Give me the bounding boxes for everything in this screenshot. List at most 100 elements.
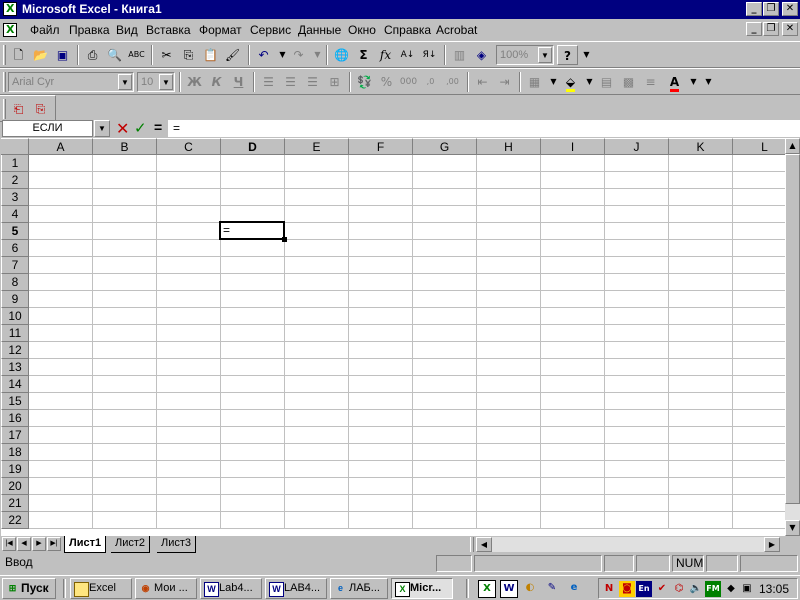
column-header[interactable]: H: [477, 138, 541, 155]
drawing-icon[interactable]: ◈: [471, 45, 492, 65]
chevron-down-icon[interactable]: ▼: [538, 47, 552, 63]
row-header[interactable]: 16: [1, 410, 29, 427]
row-header[interactable]: 10: [1, 308, 29, 325]
menu-file[interactable]: Файл: [30, 23, 60, 37]
menu-view[interactable]: Вид: [116, 23, 138, 37]
styles-icon[interactable]: ▤: [596, 72, 617, 92]
worksheet-grid[interactable]: A B C D E F G H I J K L 1 2 3 4 5 6 7 8 9 10 11 12 13 14 15 16 17 18 1…: [1, 138, 785, 536]
pattern-icon[interactable]: ▩: [618, 72, 639, 92]
row-header[interactable]: 22: [1, 512, 29, 529]
spelling-icon[interactable]: ABC: [126, 45, 147, 65]
tray-antivirus-icon[interactable]: ◙: [619, 581, 635, 597]
save-icon[interactable]: ▣: [52, 45, 73, 65]
row-header[interactable]: 7: [1, 257, 29, 274]
align-left-icon[interactable]: ☰: [258, 72, 279, 92]
task-excel-folder[interactable]: Excel: [70, 578, 132, 599]
row-header[interactable]: 9: [1, 291, 29, 308]
copy-icon[interactable]: ⎘: [178, 45, 199, 65]
pdf-email-icon[interactable]: ⎘: [30, 99, 51, 119]
quick-word-icon[interactable]: W: [500, 580, 518, 598]
lines-icon[interactable]: ≡: [640, 72, 661, 92]
workbook-icon[interactable]: [3, 23, 17, 37]
quick-outlook-icon[interactable]: ✎: [544, 580, 560, 596]
row-header[interactable]: 21: [1, 495, 29, 512]
open-icon[interactable]: 📂: [30, 45, 51, 65]
redo-icon[interactable]: ↷: [288, 45, 309, 65]
active-cell[interactable]: =: [219, 221, 285, 240]
scroll-left-icon[interactable]: ◀: [476, 537, 492, 552]
first-sheet-icon[interactable]: |◀: [2, 537, 16, 551]
zoom-combo[interactable]: 100% ▼: [496, 45, 554, 65]
percent-icon[interactable]: %: [376, 72, 397, 92]
restore-button[interactable]: ❐: [763, 2, 779, 16]
format-painter-icon[interactable]: 🖌: [222, 45, 243, 65]
tray-monitor-icon[interactable]: ▣: [739, 581, 755, 597]
new-icon[interactable]: 🗋: [8, 45, 29, 65]
chevron-down-icon[interactable]: ▼: [159, 74, 173, 90]
sheet-tab-2[interactable]: Лист2: [111, 536, 151, 553]
column-header[interactable]: L: [733, 138, 785, 155]
confirm-entry-icon[interactable]: ✓: [134, 119, 147, 137]
decrease-decimal-icon[interactable]: ,00: [442, 72, 463, 92]
increase-decimal-icon[interactable]: ,0: [420, 72, 441, 92]
menu-help[interactable]: Справка: [384, 23, 431, 37]
column-header[interactable]: D: [221, 138, 285, 155]
column-header[interactable]: C: [157, 138, 221, 155]
cancel-entry-icon[interactable]: ✕: [116, 119, 129, 138]
align-right-icon[interactable]: ☰: [302, 72, 323, 92]
column-header[interactable]: G: [413, 138, 477, 155]
scroll-right-icon[interactable]: ▶: [764, 537, 780, 552]
column-header[interactable]: F: [349, 138, 413, 155]
doc-minimize-button[interactable]: _: [746, 22, 762, 36]
quick-media-icon[interactable]: ◐: [522, 580, 538, 596]
row-header[interactable]: 14: [1, 376, 29, 393]
row-header[interactable]: 4: [1, 206, 29, 223]
doc-close-button[interactable]: ✕: [782, 22, 798, 36]
font-size-combo[interactable]: 10 ▼: [137, 72, 175, 92]
tray-n-icon[interactable]: N: [601, 581, 617, 597]
cut-icon[interactable]: ✂: [156, 45, 177, 65]
print-icon[interactable]: ⎙: [82, 45, 103, 65]
autosum-icon[interactable]: Σ: [353, 45, 374, 65]
quick-ie-icon[interactable]: e: [566, 580, 582, 596]
pdf-convert-icon[interactable]: ⎗: [8, 99, 29, 119]
close-button[interactable]: ✕: [782, 2, 798, 16]
decrease-indent-icon[interactable]: ⇤: [472, 72, 493, 92]
vertical-scrollbar[interactable]: ▲ ▼: [785, 138, 800, 536]
font-color-icon[interactable]: A: [664, 72, 685, 92]
minimize-button[interactable]: _: [746, 2, 762, 16]
row-header[interactable]: 18: [1, 444, 29, 461]
toolbar-options-icon[interactable]: ▼: [576, 45, 597, 65]
doc-restore-button[interactable]: ❐: [763, 22, 779, 36]
chevron-down-icon[interactable]: ▼: [118, 74, 132, 90]
redo-dropdown-icon[interactable]: ▼: [307, 45, 328, 65]
column-header[interactable]: J: [605, 138, 669, 155]
font-combo[interactable]: Arial Cyr ▼: [8, 72, 134, 92]
italic-icon[interactable]: К: [206, 72, 227, 92]
menu-format[interactable]: Формат: [199, 23, 242, 37]
column-header[interactable]: A: [29, 138, 93, 155]
vertical-scroll-thumb[interactable]: [785, 154, 800, 504]
row-header[interactable]: 15: [1, 393, 29, 410]
chart-wizard-icon[interactable]: ▥: [449, 45, 470, 65]
sheet-tab-3[interactable]: Лист3: [157, 536, 197, 553]
row-header[interactable]: 17: [1, 427, 29, 444]
row-header[interactable]: 20: [1, 478, 29, 495]
menu-edit[interactable]: Правка: [69, 23, 110, 37]
sort-ascending-icon[interactable]: A↓: [397, 45, 418, 65]
row-header[interactable]: 19: [1, 461, 29, 478]
scroll-down-icon[interactable]: ▼: [785, 520, 800, 536]
menu-tools[interactable]: Сервис: [250, 23, 291, 37]
row-header[interactable]: 6: [1, 240, 29, 257]
formula-input[interactable]: =: [168, 120, 800, 137]
task-word-lab4-a[interactable]: W Lab4...: [200, 578, 262, 599]
row-header[interactable]: 5: [1, 223, 29, 240]
column-header[interactable]: B: [93, 138, 157, 155]
menu-window[interactable]: Окно: [348, 23, 376, 37]
row-header[interactable]: 1: [1, 155, 29, 172]
borders-icon[interactable]: ▦: [524, 72, 545, 92]
name-box[interactable]: ЕСЛИ: [2, 120, 93, 137]
increase-indent-icon[interactable]: ⇥: [494, 72, 515, 92]
tray-display-icon[interactable]: ◆: [723, 581, 739, 597]
task-microsoft-excel[interactable]: X Micr...: [391, 578, 453, 599]
